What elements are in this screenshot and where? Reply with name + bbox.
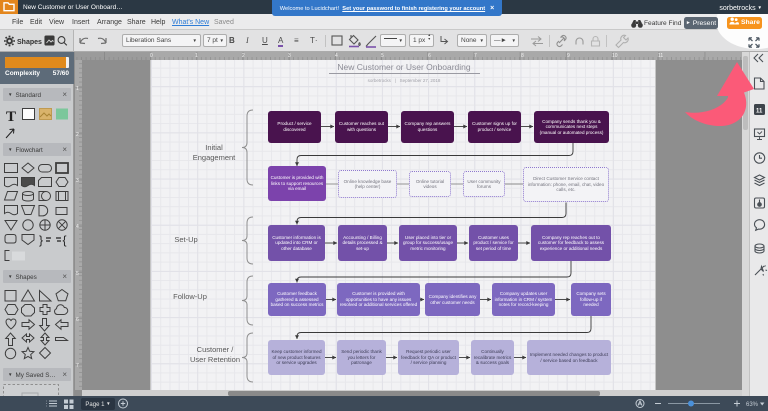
- svg-text:}: }: [39, 233, 43, 247]
- svg-text:{: {: [63, 233, 67, 247]
- svg-text:T: T: [6, 109, 16, 125]
- svg-text:63%: 63%: [746, 402, 759, 408]
- svg-text:Shapes: Shapes: [17, 39, 42, 46]
